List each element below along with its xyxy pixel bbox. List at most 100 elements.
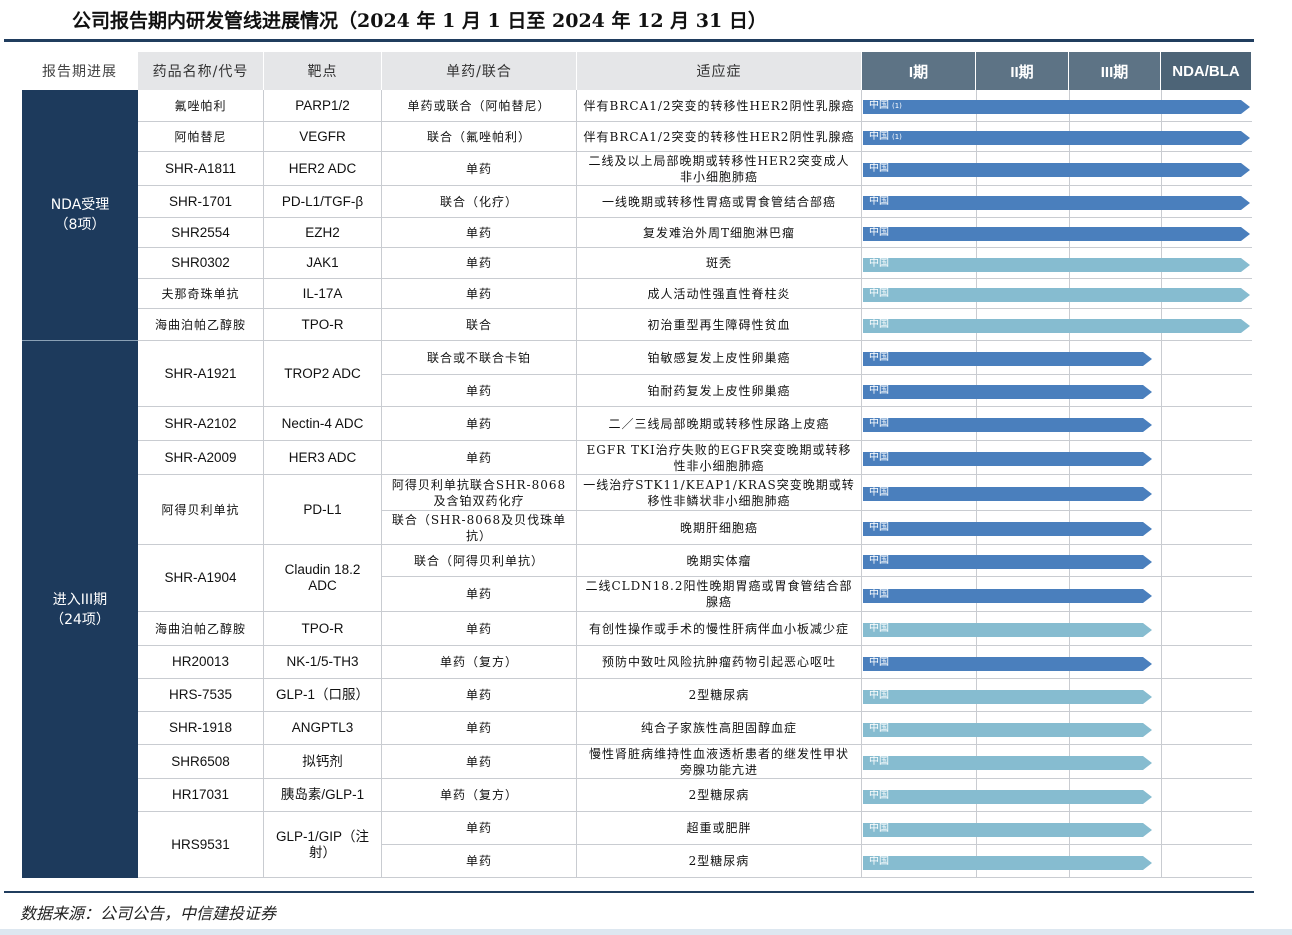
region-text: 中国 bbox=[869, 756, 889, 767]
target: 胰岛素/GLP-1 bbox=[264, 779, 382, 812]
region-label: 中国 bbox=[869, 451, 889, 465]
drug-name: SHR0302 bbox=[138, 248, 264, 279]
progress-arrow bbox=[863, 657, 1152, 671]
region-text: 中国 bbox=[869, 227, 889, 238]
progress-arrow bbox=[863, 227, 1250, 241]
indication: 二线及以上局部晚期或转移性HER2突变成人非小细胞肺癌 bbox=[577, 152, 862, 186]
regimen: 联合 bbox=[382, 309, 577, 341]
regimen: 联合或不联合卡铂 bbox=[382, 341, 577, 375]
region-label: 中国 bbox=[869, 287, 889, 301]
region-label: 中国 bbox=[869, 195, 889, 209]
target: HER3 ADC bbox=[264, 441, 382, 475]
indication: 超重或肥胖 bbox=[577, 812, 862, 845]
progress-arrow bbox=[863, 555, 1152, 569]
regimen: 单药 bbox=[382, 577, 577, 612]
regimen: 单药 bbox=[382, 218, 577, 248]
header-3: 单药/联合 bbox=[382, 52, 577, 90]
progress-bar: 中国 bbox=[863, 789, 1152, 804]
page-title: 公司报告期内研发管线进展情况（2024 年 1 月 1 日至 2024 年 12… bbox=[72, 10, 767, 32]
target: GLP-1/GIP（注射） bbox=[264, 812, 382, 878]
progress-bar: 中国 bbox=[863, 755, 1152, 770]
header-8: NDA/BLA bbox=[1161, 52, 1252, 90]
region-label: 中国 (1) bbox=[869, 130, 902, 144]
progress-arrow bbox=[863, 258, 1250, 272]
region-text: 中国 bbox=[869, 258, 889, 269]
region-label: 中国 bbox=[869, 656, 889, 670]
region-label: 中国 bbox=[869, 318, 889, 332]
footnote-mark: (1) bbox=[892, 133, 902, 141]
target: PD-L1 bbox=[264, 475, 382, 545]
region-text: 中国 bbox=[869, 352, 889, 363]
progress-arrow bbox=[863, 352, 1152, 366]
bottom-rule bbox=[4, 891, 1254, 893]
indication: 铂敏感复发上皮性卵巢癌 bbox=[577, 341, 862, 375]
indication: 二线CLDN18.2阳性晚期胃癌或胃食管结合部腺癌 bbox=[577, 577, 862, 612]
progress-arrow bbox=[863, 319, 1250, 333]
drug-name: SHR-A2102 bbox=[138, 407, 264, 441]
header-5: I期 bbox=[862, 52, 976, 90]
region-text: 中国 bbox=[869, 385, 889, 396]
target: TPO-R bbox=[264, 309, 382, 341]
header-0: 报告期进展 bbox=[22, 52, 138, 90]
progress-arrow bbox=[863, 131, 1250, 145]
regimen: 单药 bbox=[382, 375, 577, 407]
progress-bar: 中国 (1) bbox=[863, 99, 1250, 114]
indication: 有创性操作或手术的慢性肝病伴血小板减少症 bbox=[577, 612, 862, 646]
region-label: 中国 bbox=[869, 226, 889, 240]
indication: 纯合子家族性高胆固醇血症 bbox=[577, 712, 862, 745]
regimen: 联合（氟唑帕利） bbox=[382, 122, 577, 152]
progress-arrow bbox=[863, 823, 1152, 837]
indication: 铂耐药复发上皮性卵巢癌 bbox=[577, 375, 862, 407]
progress-bar: 中国 bbox=[863, 855, 1152, 870]
progress-bar: 中国 (1) bbox=[863, 130, 1250, 145]
drug-name: 阿帕替尼 bbox=[138, 122, 264, 152]
drug-name: SHR-1918 bbox=[138, 712, 264, 745]
indication: 二／三线局部晚期或转移性尿路上皮癌 bbox=[577, 407, 862, 441]
progress-arrow bbox=[863, 790, 1152, 804]
region-label: 中国 bbox=[869, 486, 889, 500]
progress-arrow bbox=[863, 418, 1152, 432]
drug-name: SHR6508 bbox=[138, 745, 264, 779]
region-label: 中国 bbox=[869, 162, 889, 176]
target: PD-L1/TGF-β bbox=[264, 186, 382, 218]
indication: 复发难治外周T细胞淋巴瘤 bbox=[577, 218, 862, 248]
group-count: （8项） bbox=[54, 217, 106, 233]
title-rule bbox=[4, 39, 1254, 42]
progress-bar: 中国 bbox=[863, 417, 1152, 432]
region-label: 中国 bbox=[869, 521, 889, 535]
target: 拟钙剂 bbox=[264, 745, 382, 779]
regimen: 联合（阿得贝利单抗） bbox=[382, 545, 577, 577]
progress-arrow bbox=[863, 589, 1152, 603]
region-text: 中国 bbox=[869, 131, 889, 142]
regimen: 单药 bbox=[382, 407, 577, 441]
progress-arrow bbox=[863, 196, 1250, 210]
regimen: 单药 bbox=[382, 812, 577, 845]
progress-bar: 中国 bbox=[863, 554, 1152, 569]
region-label: 中国 bbox=[869, 417, 889, 431]
progress-arrow bbox=[863, 856, 1152, 870]
region-text: 中国 bbox=[869, 555, 889, 566]
drug-name: SHR-A1811 bbox=[138, 152, 264, 186]
regimen: 联合（SHR-8068及贝伐珠单抗） bbox=[382, 511, 577, 545]
progress-bar: 中国 bbox=[863, 588, 1152, 603]
regimen: 阿得贝利单抗联合SHR-8068及含铂双药化疗 bbox=[382, 475, 577, 511]
progress-arrow bbox=[863, 452, 1152, 466]
region-text: 中国 bbox=[869, 623, 889, 634]
drug-name: HRS-7535 bbox=[138, 679, 264, 712]
regimen: 单药或联合（阿帕替尼） bbox=[382, 90, 577, 122]
region-text: 中国 bbox=[869, 100, 889, 111]
region-label: 中国 bbox=[869, 855, 889, 869]
region-label: 中国 bbox=[869, 554, 889, 568]
target: TPO-R bbox=[264, 612, 382, 646]
region-text: 中国 bbox=[869, 657, 889, 668]
drug-name: SHR-A2009 bbox=[138, 441, 264, 475]
target: PARP1/2 bbox=[264, 90, 382, 122]
region-text: 中国 bbox=[869, 319, 889, 330]
footnote-mark: (1) bbox=[892, 102, 902, 110]
region-label: 中国 bbox=[869, 351, 889, 365]
region-text: 中国 bbox=[869, 723, 889, 734]
region-label: 中国 bbox=[869, 789, 889, 803]
region-text: 中国 bbox=[869, 790, 889, 801]
progress-bar: 中国 bbox=[863, 384, 1152, 399]
indication: 2型糖尿病 bbox=[577, 679, 862, 712]
